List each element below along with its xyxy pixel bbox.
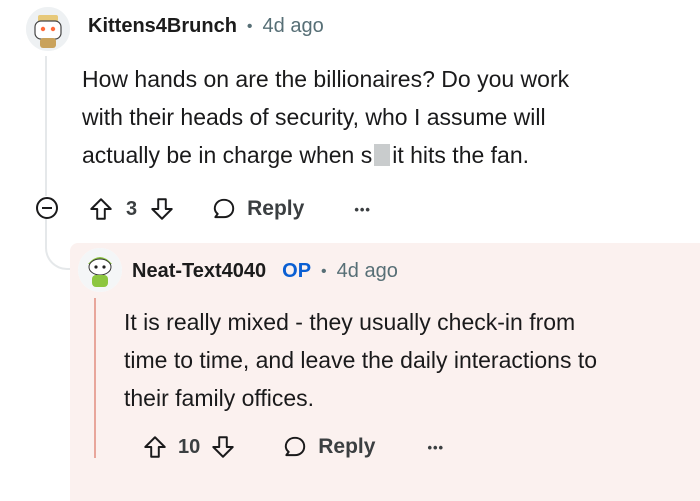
avatar[interactable] [26, 7, 70, 51]
comment-body: How hands on are the billionaires? Do yo… [82, 60, 682, 174]
snoo-avatar-icon [26, 7, 70, 51]
reply-body-line: time to time, and leave the daily intera… [124, 347, 598, 373]
downvote-arrow-icon [151, 198, 173, 220]
minus-circle-icon [36, 197, 58, 219]
op-badge: OP [282, 260, 312, 282]
vote-count: 10 [178, 435, 201, 458]
comment-body-line: actually be in charge when s it hits the … [82, 136, 682, 174]
downvote-button[interactable] [208, 432, 238, 462]
speech-bubble-icon [285, 436, 306, 457]
comment-body-segment: actually be in charge when s [82, 142, 373, 168]
upvote-button[interactable] [86, 194, 116, 224]
collapse-thread-button[interactable] [35, 196, 59, 220]
comment-actions: 3 Reply ••• [86, 194, 371, 224]
reply-timestamp[interactable]: 4d ago [337, 260, 398, 283]
censor-block [374, 144, 391, 166]
upvote-arrow-icon [90, 198, 112, 220]
downvote-arrow-icon [212, 436, 234, 458]
upvote-arrow-icon [144, 436, 166, 458]
reply-label: Reply [247, 197, 305, 220]
avatar[interactable] [78, 248, 122, 292]
reply-label: Reply [318, 435, 376, 458]
vote-count: 3 [126, 197, 138, 220]
speech-bubble-icon [213, 198, 235, 219]
meta-separator: • [246, 17, 253, 35]
comment-body-line: with their heads of security, who I assu… [82, 104, 546, 130]
upvote-button[interactable] [140, 432, 170, 462]
meta-separator: • [321, 262, 327, 280]
reply-body-line: their family offices. [124, 385, 315, 411]
thread-line [45, 56, 47, 196]
reply-body-line: It is really mixed - they usually check-… [124, 309, 576, 335]
reply-actions: 10 Reply ••• [140, 432, 444, 462]
comment-username[interactable]: Kittens4Brunch [88, 15, 237, 38]
reply-button[interactable]: Reply [211, 196, 304, 222]
downvote-button[interactable] [147, 194, 177, 224]
reply-button[interactable]: Reply [282, 434, 375, 460]
snoo-avatar-icon [78, 248, 122, 292]
comment-body-line: How hands on are the billionaires? Do yo… [82, 66, 570, 92]
reply-username[interactable]: Neat-Text4040 [132, 260, 266, 283]
more-options-button[interactable]: ••• [354, 202, 371, 217]
reply-indicator-line [94, 298, 96, 458]
comment-timestamp[interactable]: 4d ago [263, 15, 324, 38]
reply-body: It is really mixed - they usually check-… [124, 303, 684, 417]
more-options-button[interactable]: ••• [427, 440, 444, 455]
comment-body-segment: it hits the fan. [392, 142, 530, 168]
